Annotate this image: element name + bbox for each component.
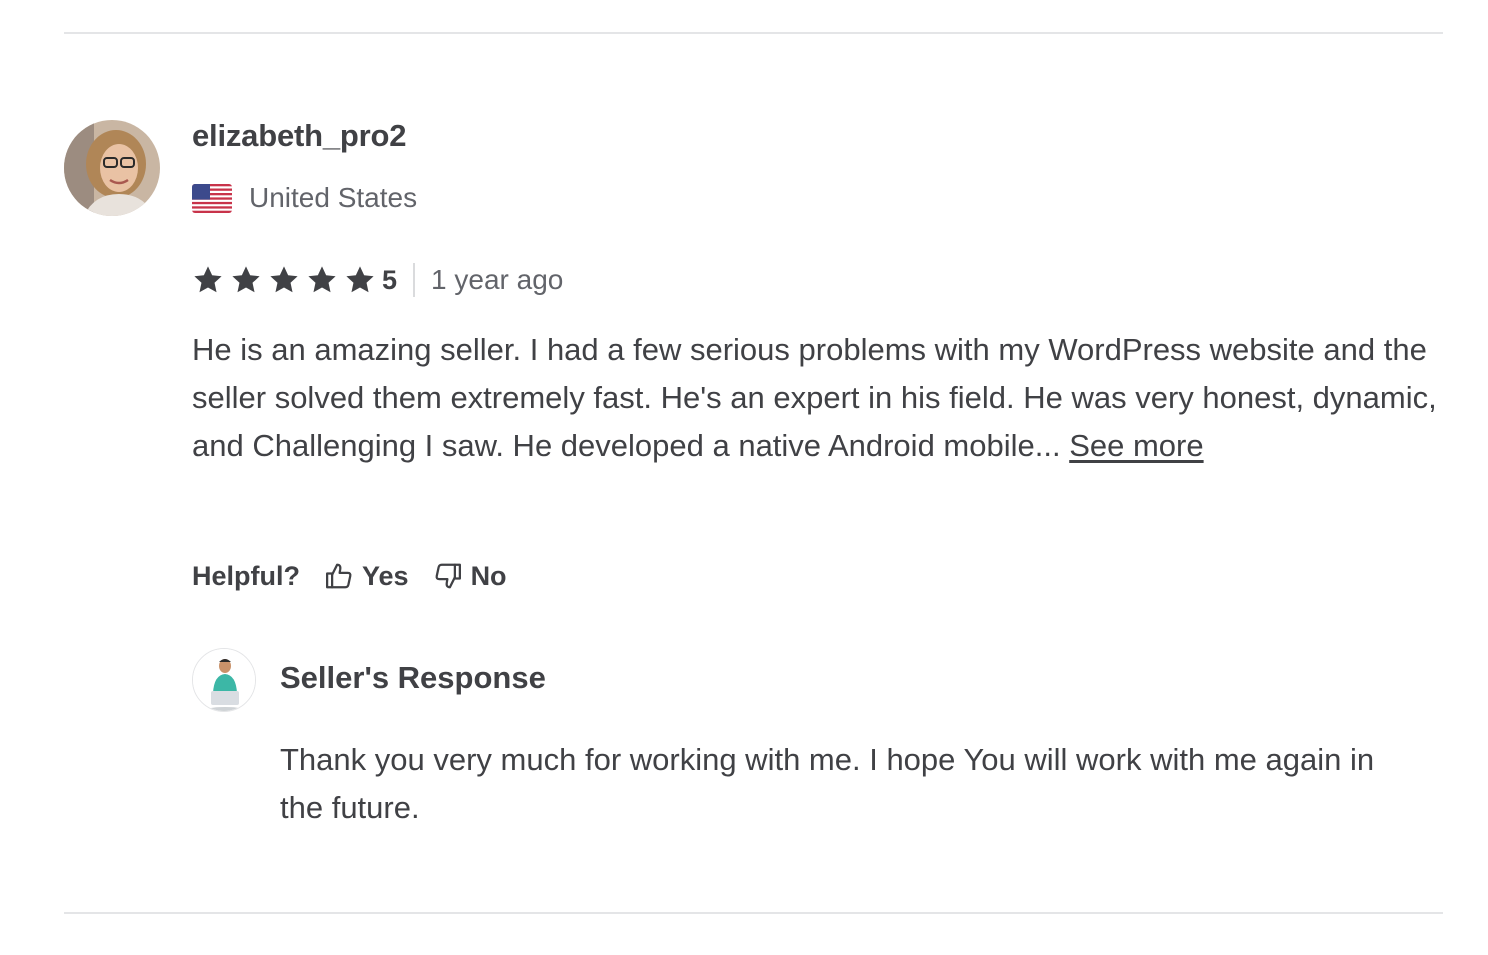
seller-response-title: Seller's Response [280, 660, 546, 695]
rating-separator [413, 263, 416, 297]
helpful-yes-label: Yes [362, 560, 409, 591]
star-icon [232, 266, 260, 293]
star-icon [346, 266, 374, 293]
bottom-divider [64, 912, 1443, 914]
star-icon [270, 266, 298, 293]
review-body: He is an amazing seller. I had a few ser… [192, 332, 1437, 463]
seller-response-text: Thank you very much for working with me.… [280, 742, 1375, 825]
top-divider [64, 32, 1443, 34]
star-rating [192, 264, 382, 296]
thumbs-down-icon [435, 563, 461, 589]
seller-avatar[interactable] [192, 648, 256, 712]
rating-row: 5 1 year ago [192, 262, 563, 298]
star-icon [308, 266, 336, 293]
see-more-link[interactable]: See more [1069, 428, 1203, 463]
reviewer-username[interactable]: elizabeth_pro2 [192, 118, 406, 154]
helpful-no-button[interactable]: No [433, 561, 507, 592]
reviewer-country: United States [192, 180, 417, 216]
us-flag-icon [192, 183, 232, 213]
rating-value: 5 [382, 264, 398, 295]
review-time: 1 year ago [431, 264, 564, 295]
helpful-no-label: No [470, 560, 507, 591]
star-icon [194, 266, 222, 293]
thumbs-up-icon [326, 563, 352, 589]
helpful-row: Helpful? Yes No [192, 556, 507, 596]
reviewer-avatar[interactable] [64, 120, 160, 216]
helpful-label: Helpful? [192, 560, 300, 591]
helpful-yes-button[interactable]: Yes [324, 561, 409, 592]
review-text: He is an amazing seller. I had a few ser… [192, 326, 1442, 470]
country-name: United States [249, 182, 418, 213]
